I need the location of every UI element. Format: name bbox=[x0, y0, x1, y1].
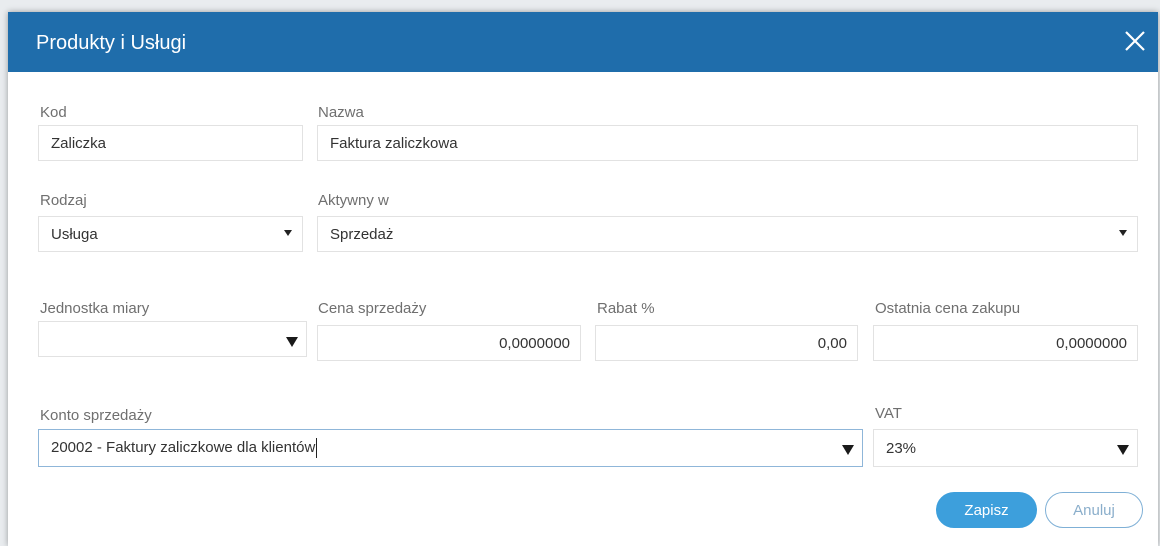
vat-label: VAT bbox=[875, 405, 902, 422]
dialog-title: Produkty i Usługi bbox=[36, 32, 187, 54]
jednostka-miary-label: Jednostka miary bbox=[40, 300, 150, 317]
text-cursor bbox=[316, 438, 318, 458]
rabat-label: Rabat % bbox=[597, 300, 655, 317]
chevron-down-icon bbox=[284, 230, 292, 236]
aktywny-w-select[interactable]: Sprzedaż bbox=[317, 216, 1138, 252]
konto-sprzedazy-value-wrap: 20002 - Faktury zaliczkowe dla klientów bbox=[39, 438, 329, 458]
rodzaj-select[interactable]: Usługa bbox=[38, 216, 303, 252]
cena-sprzedazy-value: 0,0000000 bbox=[499, 334, 570, 352]
konto-sprzedazy-value: 20002 - Faktury zaliczkowe dla klientów bbox=[51, 438, 316, 456]
chevron-down-icon bbox=[1117, 445, 1129, 455]
chevron-down-icon bbox=[842, 445, 854, 455]
rabat-value: 0,00 bbox=[817, 334, 847, 352]
aktywny-w-label: Aktywny w bbox=[318, 192, 389, 209]
konto-sprzedazy-select[interactable]: 20002 - Faktury zaliczkowe dla klientów bbox=[38, 429, 863, 467]
dialog-header: Produkty i Usługi bbox=[8, 12, 1158, 72]
kod-value: Zaliczka bbox=[51, 134, 107, 152]
konto-sprzedazy-label: Konto sprzedaży bbox=[40, 407, 152, 424]
cena-sprzedazy-input[interactable]: 0,0000000 bbox=[317, 325, 581, 361]
aktywny-w-value: Sprzedaż bbox=[330, 225, 394, 243]
product-dialog: Produkty i Usługi Kod Zaliczka Nazwa Fak… bbox=[8, 12, 1158, 546]
vat-value: 23% bbox=[886, 439, 917, 457]
kod-input[interactable]: Zaliczka bbox=[38, 125, 303, 161]
chevron-down-icon bbox=[286, 337, 298, 347]
chevron-down-icon bbox=[1119, 230, 1127, 236]
vat-select[interactable]: 23% bbox=[873, 429, 1138, 467]
nazwa-input[interactable]: Faktura zaliczkowa bbox=[317, 125, 1138, 161]
rodzaj-label: Rodzaj bbox=[40, 192, 87, 209]
cena-sprzedazy-label: Cena sprzedaży bbox=[318, 300, 427, 317]
save-button[interactable]: Zapisz bbox=[936, 492, 1037, 528]
rodzaj-value: Usługa bbox=[51, 225, 98, 243]
close-icon[interactable] bbox=[1122, 28, 1148, 54]
ostatnia-cena-zakupu-value: 0,0000000 bbox=[1056, 334, 1127, 352]
jednostka-miary-select[interactable] bbox=[38, 321, 307, 357]
cancel-button[interactable]: Anuluj bbox=[1045, 492, 1143, 528]
kod-label: Kod bbox=[40, 104, 67, 121]
ostatnia-cena-zakupu-label: Ostatnia cena zakupu bbox=[875, 300, 1021, 317]
ostatnia-cena-zakupu-input[interactable]: 0,0000000 bbox=[873, 325, 1138, 361]
nazwa-value: Faktura zaliczkowa bbox=[330, 134, 458, 152]
rabat-input[interactable]: 0,00 bbox=[595, 325, 858, 361]
nazwa-label: Nazwa bbox=[318, 104, 364, 121]
